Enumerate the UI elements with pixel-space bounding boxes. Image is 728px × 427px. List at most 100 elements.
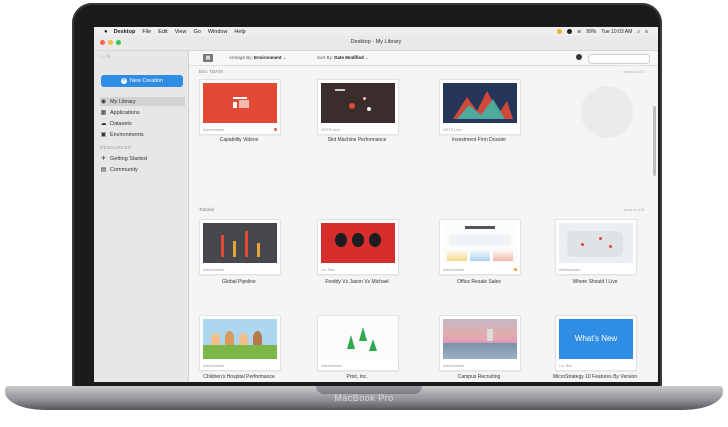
dossier-card[interactable]: Administrator <box>439 219 521 275</box>
owner-label: Administrator <box>203 364 225 368</box>
wifi-icon[interactable]: ≋ <box>577 29 581 35</box>
owner-label: Liu, Sam <box>321 268 336 272</box>
section-show-link[interactable]: show 4 of 8 <box>624 207 644 212</box>
card-caption[interactable]: Investment Firm Dossier <box>424 137 534 143</box>
sidebar-item-label: Applications <box>110 109 140 116</box>
sidebar-item-my-library[interactable]: ◉ My Library <box>100 97 185 106</box>
card-caption[interactable]: Where Should I Live <box>540 279 650 285</box>
menu-window[interactable]: Window <box>208 29 228 35</box>
sidebar-section-resources: RESOURCES <box>100 145 132 150</box>
scrollbar[interactable] <box>653 106 656 176</box>
menu-bar: ● Desktop File Edit View Go Window Help … <box>94 27 658 36</box>
dossier-thumbnail <box>203 223 277 263</box>
owner-label: Administrator <box>559 268 581 272</box>
sidebar-item-applications[interactable]: ▦ Applications <box>100 108 185 117</box>
dossier-thumbnail <box>443 319 517 359</box>
dossier-card[interactable]: Administrator <box>199 79 281 135</box>
arrange-by-dropdown[interactable]: Arrange By: Environment ⌄ <box>229 55 287 61</box>
owner-label: Administrator <box>203 128 225 132</box>
dossier-card[interactable]: MSTR User <box>317 79 399 135</box>
environments-icon: ▣ <box>100 132 107 138</box>
library-content: Env: TDATA show 4 of 6 Administrator Cap… <box>189 66 658 382</box>
notification-icon[interactable] <box>557 29 563 34</box>
dossier-card[interactable]: Administrator <box>199 219 281 275</box>
card-caption[interactable]: Capability Videos <box>184 137 294 143</box>
owner-label: Administrator <box>443 268 465 272</box>
owner-label: Administrator <box>443 364 465 368</box>
screen: ● Desktop File Edit View Go Window Help … <box>94 27 658 382</box>
status-icon[interactable] <box>567 29 573 34</box>
arrange-by-value: Environment <box>254 55 282 60</box>
window-title: Desktop - My Library <box>350 39 402 45</box>
dossier-card[interactable]: Administrator <box>317 315 399 371</box>
card-caption[interactable]: MicroStrategy 10 Features By Version <box>540 374 650 380</box>
owner-label: MSTR User <box>443 128 462 132</box>
owner-label: MSTR User <box>321 128 340 132</box>
status-area: ≋ 99% Tue 10:03 AM ⌕ ≡ <box>557 27 648 36</box>
sidebar-item-environments[interactable]: ▣ Environments <box>100 130 185 139</box>
certified-icon <box>274 128 277 131</box>
menu-list-icon[interactable]: ≡ <box>645 29 648 35</box>
search-input[interactable] <box>588 54 650 64</box>
clock[interactable]: Tue 10:03 AM <box>601 29 632 35</box>
dossier-card[interactable]: Liu, Sam <box>317 219 399 275</box>
card-caption[interactable]: Global Pipeline <box>184 279 294 285</box>
dossier-thumbnail <box>203 319 277 359</box>
sidebar-item-community[interactable]: ▤ Community <box>100 165 185 174</box>
library-icon: ◉ <box>100 99 107 105</box>
section-label: Env: TDATA <box>199 69 224 74</box>
title-bar: Desktop - My Library <box>94 36 658 51</box>
datasets-icon: ☁ <box>100 121 107 127</box>
card-caption[interactable]: Campus Recruiting <box>424 374 534 380</box>
dossier-card[interactable]: Administrator <box>199 315 281 371</box>
nav-arrows: ‹ › ↻ <box>100 54 110 60</box>
menu-go[interactable]: Go <box>194 29 201 35</box>
toolbar: ▦ Arrange By: Environment ⌄ Sort By: Dat… <box>189 51 658 66</box>
card-caption[interactable]: Office Resale Sales <box>424 279 534 285</box>
card-caption[interactable]: Slot Machine Performance <box>302 137 412 143</box>
new-creation-button[interactable]: + New Creation <box>101 75 183 87</box>
dossier-thumbnail <box>321 83 395 123</box>
dossier-card[interactable]: MSTR User <box>439 79 521 135</box>
card-caption[interactable]: Print, Inc. <box>302 374 412 380</box>
card-caption[interactable]: Freddy Vs Jason Vs Michael <box>302 279 412 285</box>
section-show-link[interactable]: show 4 of 6 <box>624 69 644 74</box>
sidebar-item-getting-started[interactable]: ✈ Getting Started <box>100 154 185 163</box>
sidebar: ‹ › ↻ + New Creation ◉ My Library ▦ Appl… <box>94 51 189 382</box>
dossier-thumbnail <box>443 223 517 263</box>
dossier-thumbnail <box>443 83 517 123</box>
sidebar-item-label: Getting Started <box>110 155 147 162</box>
dossier-thumbnail <box>203 83 277 123</box>
apple-icon[interactable]: ● <box>104 29 108 35</box>
refresh-icon[interactable]: ↻ <box>106 54 110 60</box>
new-creation-label: New Creation <box>129 78 164 84</box>
whats-new-text: What's New <box>574 334 618 343</box>
laptop-base: MacBook Pro <box>5 386 723 410</box>
battery-status[interactable]: 99% <box>586 29 596 35</box>
applications-icon: ▦ <box>100 110 107 116</box>
menu-view[interactable]: View <box>175 29 187 35</box>
sidebar-item-label: My Library <box>110 98 136 105</box>
dossier-card[interactable]: Administrator <box>555 219 637 275</box>
settings-icon[interactable] <box>576 54 582 60</box>
dossier-thumbnail <box>321 319 395 359</box>
sort-by-value: Date Modified <box>334 55 364 60</box>
sort-by-dropdown[interactable]: Sort By: Date Modified ⌄ <box>317 55 369 61</box>
owner-label: Administrator <box>203 268 225 272</box>
spotlight-icon[interactable]: ⌕ <box>637 29 640 35</box>
owner-label: Administrator <box>321 364 343 368</box>
dossier-card[interactable]: Administrator <box>439 315 521 371</box>
section-label: Tutorial <box>199 207 214 212</box>
menu-help[interactable]: Help <box>234 29 245 35</box>
sidebar-item-datasets[interactable]: ☁ Datasets <box>100 119 185 128</box>
menu-app[interactable]: Desktop <box>114 29 136 35</box>
menu-file[interactable]: File <box>142 29 151 35</box>
menu-edit[interactable]: Edit <box>158 29 167 35</box>
grid-view-icon[interactable]: ▦ <box>203 54 213 62</box>
forward-icon[interactable]: › <box>103 54 105 60</box>
certified-icon <box>514 268 517 271</box>
back-icon[interactable]: ‹ <box>100 54 102 60</box>
community-icon: ▤ <box>100 167 107 173</box>
card-caption[interactable]: Children's Hospital Performance <box>184 374 294 380</box>
dossier-card[interactable]: What's New Liu, Ben <box>555 315 637 371</box>
